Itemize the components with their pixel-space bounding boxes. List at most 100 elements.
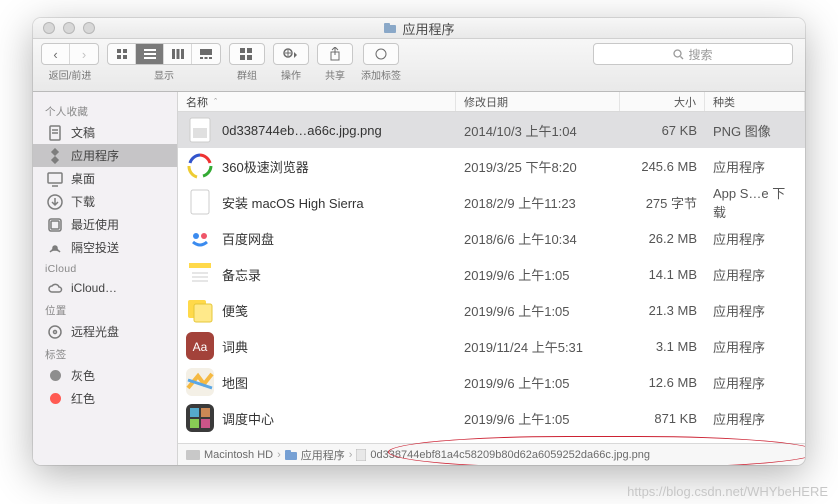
path-file[interactable]: 0d338744ebf81a4c58209b80d62a6059252da66c…	[370, 449, 650, 461]
window-title: 应用程序	[402, 19, 454, 38]
file-size: 67 KB	[620, 112, 705, 148]
file-icon	[186, 116, 214, 144]
file-kind: PNG 图像	[705, 112, 805, 148]
file-size: 3.1 MB	[620, 328, 705, 364]
column-date[interactable]: 修改日期	[456, 92, 620, 111]
file-kind: 应用程序	[705, 292, 805, 328]
table-row[interactable]: 安装 macOS High Sierra2018/2/9 上午11:23275 …	[178, 184, 805, 220]
table-row[interactable]: 地图2019/9/6 上午1:0512.6 MB应用程序	[178, 364, 805, 400]
sidebar-item[interactable]: 最近使用	[33, 213, 177, 236]
sidebar-section-favorites: 个人收藏	[33, 100, 177, 121]
table-row[interactable]: 360极速浏览器2019/3/25 下午8:20245.6 MB应用程序	[178, 148, 805, 184]
table-row[interactable]: 备忘录 2019/9/6 上午1:0514.1 MB应用程序	[178, 256, 805, 292]
folder-icon	[285, 450, 297, 460]
view-list-button[interactable]	[136, 44, 164, 64]
tags-label: 添加标签	[361, 67, 401, 82]
search-icon	[673, 49, 684, 60]
file-icon	[186, 260, 214, 288]
file-name: 地图	[222, 373, 248, 392]
desktop-icon	[47, 171, 63, 187]
sidebar-item[interactable]: 远程光盘	[33, 320, 177, 343]
path-hd[interactable]: Macintosh HD	[204, 449, 273, 461]
forward-button[interactable]: ›	[70, 44, 98, 64]
sidebar: 个人收藏 文稿应用程序桌面下载最近使用隔空投送 iCloud iCloud… 位…	[33, 92, 178, 465]
file-name: 备忘录	[222, 265, 261, 284]
disc-icon	[47, 324, 63, 340]
sidebar-section-locations: 位置	[33, 299, 177, 320]
sidebar-item[interactable]: 隔空投送	[33, 236, 177, 259]
table-row[interactable]: Aa词典2019/11/24 上午5:313.1 MB应用程序	[178, 328, 805, 364]
hd-icon	[186, 450, 200, 460]
finder-window: 应用程序 ‹ › 返回/前进 显示 群组 操作	[33, 18, 805, 465]
watermark: https://blog.csdn.net/WHYbeHERE	[627, 484, 828, 499]
file-icon	[356, 449, 366, 461]
file-kind: 应用程序	[705, 256, 805, 292]
sidebar-item[interactable]: 下载	[33, 190, 177, 213]
column-headers: 名称 ˆ 修改日期 大小 种类	[178, 92, 805, 112]
file-name: 百度网盘	[222, 229, 274, 248]
file-icon	[186, 368, 214, 396]
table-row[interactable]: 0d338744eb…a66c.jpg.png2014/10/3 上午1:046…	[178, 112, 805, 148]
file-size: 12.6 MB	[620, 364, 705, 400]
file-date: 2019/9/6 上午1:05	[456, 256, 620, 292]
toolbar: ‹ › 返回/前进 显示 群组 操作 共享	[33, 39, 805, 92]
file-size: 14.1 MB	[620, 256, 705, 292]
svg-text:Aa: Aa	[193, 340, 208, 354]
column-size[interactable]: 大小	[620, 92, 705, 111]
view-column-button[interactable]	[164, 44, 192, 64]
table-row[interactable]: 便笺2019/9/6 上午1:0521.3 MB应用程序	[178, 292, 805, 328]
file-name: 360极速浏览器	[222, 157, 309, 176]
file-date: 2019/11/24 上午5:31	[456, 328, 620, 364]
close-button[interactable]	[43, 22, 55, 34]
nav-buttons: ‹ ›	[41, 43, 99, 65]
file-date: 2019/3/25 下午8:20	[456, 148, 620, 184]
sidebar-item[interactable]: iCloud…	[33, 277, 177, 299]
minimize-button[interactable]	[63, 22, 75, 34]
back-button[interactable]: ‹	[42, 44, 70, 64]
group-button[interactable]	[229, 43, 265, 65]
column-name[interactable]: 名称 ˆ	[178, 92, 456, 111]
table-row[interactable]: 百度网盘2018/6/6 上午10:3426.2 MB应用程序	[178, 220, 805, 256]
file-kind: 应用程序	[705, 148, 805, 184]
doc-icon	[47, 125, 63, 141]
file-date: 2019/9/6 上午1:05	[456, 400, 620, 436]
file-date: 2018/2/9 上午11:23	[456, 184, 620, 220]
sidebar-item[interactable]: 应用程序	[33, 144, 177, 167]
folder-icon	[383, 21, 397, 35]
action-button[interactable]	[273, 43, 309, 65]
cloud-icon	[47, 280, 63, 296]
column-kind[interactable]: 种类	[705, 92, 805, 111]
view-gallery-button[interactable]	[192, 44, 220, 64]
file-list: 名称 ˆ 修改日期 大小 种类 0d338744eb…a66c.jpg.png2…	[178, 92, 805, 465]
file-icon	[186, 188, 214, 216]
share-label: 共享	[325, 67, 345, 82]
action-label: 操作	[281, 67, 301, 82]
share-button[interactable]	[317, 43, 353, 65]
table-row[interactable]: 调度中心2019/9/6 上午1:05871 KB应用程序	[178, 400, 805, 436]
sidebar-section-tags: 标签	[33, 343, 177, 364]
file-size: 21.3 MB	[620, 292, 705, 328]
view-icon-button[interactable]	[108, 44, 136, 64]
sidebar-item[interactable]: 文稿	[33, 121, 177, 144]
file-name: 便笺	[222, 301, 248, 320]
file-kind: 应用程序	[705, 364, 805, 400]
titlebar: 应用程序	[33, 18, 805, 39]
file-kind: App S…e 下载	[705, 184, 805, 220]
tags-button[interactable]	[363, 43, 399, 65]
file-date: 2018/6/6 上午10:34	[456, 220, 620, 256]
path-folder[interactable]: 应用程序	[301, 447, 345, 463]
sidebar-item[interactable]: 红色	[33, 387, 177, 410]
file-kind: 应用程序	[705, 220, 805, 256]
zoom-button[interactable]	[83, 22, 95, 34]
file-kind: 应用程序	[705, 328, 805, 364]
search-input[interactable]: 搜索	[593, 43, 793, 65]
airdrop-icon	[47, 240, 63, 256]
file-icon	[186, 404, 214, 432]
traffic-lights	[43, 22, 95, 34]
sidebar-item[interactable]: 灰色	[33, 364, 177, 387]
recents-icon	[47, 217, 63, 233]
sidebar-item[interactable]: 桌面	[33, 167, 177, 190]
file-size: 871 KB	[620, 400, 705, 436]
search-placeholder: 搜索	[688, 46, 712, 63]
file-name: 调度中心	[222, 409, 274, 428]
